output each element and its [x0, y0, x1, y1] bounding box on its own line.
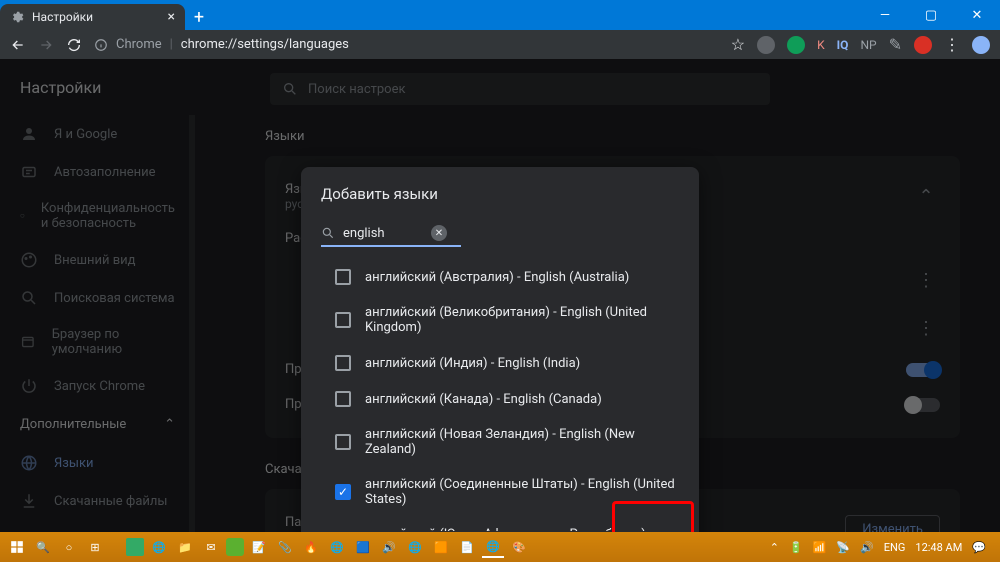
add-languages-dialog: Добавить языки ✕ английский (Австралия) …	[301, 167, 699, 532]
tb-app-7[interactable]: 📎	[274, 536, 296, 558]
language-option[interactable]: английский (Южно-Африканская Республика)…	[301, 517, 699, 531]
tb-app-2[interactable]: 🌐	[148, 536, 170, 558]
ext-icon-6[interactable]: ✎	[889, 35, 902, 54]
language-checkbox[interactable]	[335, 434, 351, 450]
language-label: английский (Соединенные Штаты) - English…	[365, 477, 679, 507]
tb-app-10[interactable]: 🟦	[352, 536, 374, 558]
tb-app-9[interactable]: 🌐	[326, 536, 348, 558]
language-checkbox[interactable]: ✓	[335, 484, 351, 500]
dialog-search[interactable]: ✕	[321, 221, 461, 247]
url-box[interactable]: Chrome | chrome://settings/languages	[94, 37, 719, 52]
tb-app-4[interactable]: ✉	[200, 536, 222, 558]
language-label: английский (Канада) - English (Canada)	[365, 392, 602, 407]
start-button[interactable]	[6, 536, 28, 558]
cortana-button[interactable]: ○	[58, 536, 80, 558]
tray-time[interactable]: 12:48 AM	[915, 541, 962, 554]
close-tab-icon[interactable]: ×	[168, 9, 175, 25]
tb-app-6[interactable]: 📝	[248, 536, 270, 558]
system-tray: ⌃ 🔋 📶 📡 🔊 ENG 12:48 AM 💬	[770, 541, 994, 554]
language-option[interactable]: ✓ английский (Соединенные Штаты) - Englis…	[301, 467, 699, 517]
maximize-button[interactable]: ▢	[908, 0, 954, 30]
tray-lang[interactable]: ENG	[884, 541, 906, 554]
language-checkbox[interactable]	[335, 391, 351, 407]
back-icon[interactable]	[10, 37, 26, 53]
tb-app-13[interactable]: 🟧	[430, 536, 452, 558]
language-label: английский (Индия) - English (India)	[365, 356, 580, 371]
language-checkbox[interactable]	[335, 312, 351, 328]
ext-icon-7[interactable]	[914, 36, 932, 54]
clear-search-icon[interactable]: ✕	[431, 225, 447, 241]
language-option[interactable]: английский (Канада) - English (Canada)	[301, 381, 699, 417]
forward-icon[interactable]	[38, 37, 54, 53]
tray-volume-icon[interactable]: 🔊	[860, 541, 874, 554]
url-scheme: Chrome	[116, 37, 162, 52]
reload-icon[interactable]	[66, 37, 82, 53]
language-checkbox[interactable]	[335, 269, 351, 285]
close-window-button[interactable]: ✕	[954, 0, 1000, 30]
language-option[interactable]: английский (Новая Зеландия) - English (N…	[301, 417, 699, 467]
ext-icon-2[interactable]	[787, 36, 805, 54]
tb-app-14[interactable]: 📄	[456, 536, 478, 558]
new-tab-button[interactable]: +	[185, 4, 213, 30]
dialog-search-input[interactable]	[343, 226, 423, 241]
language-checkbox[interactable]	[335, 355, 351, 371]
search-icon	[321, 226, 335, 240]
tray-chevron-icon[interactable]: ⌃	[770, 541, 779, 554]
language-label: английский (Великобритания) - English (U…	[365, 305, 679, 335]
tray-notifications-icon[interactable]: 💬	[972, 541, 986, 554]
address-bar: Chrome | chrome://settings/languages ☆ K…	[0, 30, 1000, 59]
tray-wifi-icon[interactable]: 📡	[836, 541, 850, 554]
tb-app-12[interactable]: 🌐	[404, 536, 426, 558]
ext-icon-1[interactable]	[757, 36, 775, 54]
tb-app-15[interactable]: 🎨	[508, 536, 530, 558]
info-icon	[94, 38, 108, 52]
taskview-button[interactable]: ⊞	[84, 536, 106, 558]
tab-title: Настройки	[32, 10, 93, 24]
menu-icon[interactable]: ⋮	[944, 35, 960, 54]
gear-icon	[10, 10, 24, 24]
language-label: английский (Новая Зеландия) - English (N…	[365, 427, 679, 457]
titlebar: Настройки × + — ▢ ✕	[0, 0, 1000, 30]
browser-tab[interactable]: Настройки ×	[0, 4, 185, 30]
avatar-icon[interactable]	[972, 36, 990, 54]
language-option[interactable]: английский (Индия) - English (India)	[301, 345, 699, 381]
language-list[interactable]: английский (Австралия) - English (Austra…	[301, 259, 699, 531]
language-option[interactable]: английский (Великобритания) - English (U…	[301, 295, 699, 345]
tb-app-1[interactable]	[126, 538, 144, 556]
language-option[interactable]: английский (Австралия) - English (Austra…	[301, 259, 699, 295]
language-label: английский (Южно-Африканская Республика)…	[365, 527, 679, 531]
tb-app-5[interactable]	[226, 538, 244, 556]
tb-app-11[interactable]: 🔊	[378, 536, 400, 558]
language-label: английский (Австралия) - English (Austra…	[365, 270, 629, 285]
tb-app-3[interactable]: 📁	[174, 536, 196, 558]
url-text: chrome://settings/languages	[181, 37, 349, 52]
tb-app-8[interactable]: 🔥	[300, 536, 322, 558]
star-icon[interactable]: ☆	[731, 35, 745, 54]
dialog-title: Добавить языки	[301, 167, 699, 221]
search-button[interactable]: 🔍	[32, 536, 54, 558]
ext-icon-5[interactable]: NP	[860, 38, 876, 52]
ext-icon-3[interactable]: K	[817, 38, 825, 52]
tray-battery-icon[interactable]: 🔋	[789, 541, 803, 554]
tb-app-chrome[interactable]: 🌐	[482, 536, 504, 558]
taskbar: 🔍 ○ ⊞ 🌐 📁 ✉ 📝 📎 🔥 🌐 🟦 🔊 🌐 🟧 📄 🌐 🎨 ⌃ 🔋 📶 …	[0, 532, 1000, 562]
minimize-button[interactable]: —	[862, 0, 908, 30]
ext-icon-4[interactable]: IQ	[837, 38, 849, 52]
tray-network-icon[interactable]: 📶	[813, 541, 827, 554]
